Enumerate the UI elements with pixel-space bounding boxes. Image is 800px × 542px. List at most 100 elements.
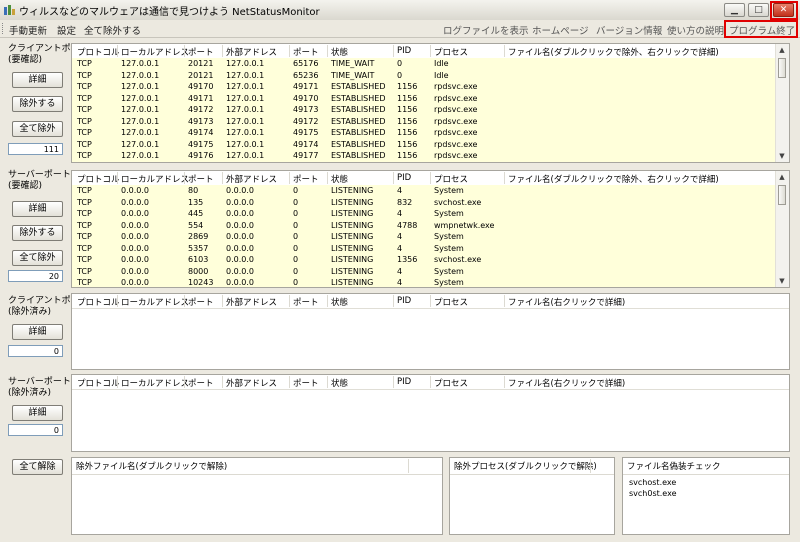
server-exclude-button[interactable]: 除外する bbox=[12, 225, 63, 241]
col-pid-header[interactable]: PID bbox=[397, 377, 411, 387]
menu-version[interactable]: バージョン情報 bbox=[596, 23, 662, 37]
server-excluded-table[interactable]: プロトコル ローカルアドレス ポート 外部アドレス ポート 状態 PID プロセス ファイル名(… bbox=[71, 374, 790, 452]
table-row[interactable]: TCP 127.0.0.1 49175 127.0.0.1 49174 ESTABLISH… bbox=[72, 139, 776, 151]
column-divider[interactable] bbox=[393, 295, 394, 307]
col-protocol-header[interactable]: プロトコル bbox=[77, 377, 120, 389]
col-local-port-header[interactable]: ポート bbox=[188, 377, 214, 389]
column-divider[interactable] bbox=[504, 45, 505, 57]
client-excluded-table[interactable]: プロトコル ローカルアドレス ポート 外部アドレス ポート 状態 PID プロセス ファイル名(… bbox=[71, 293, 790, 370]
maximize-button[interactable]: □ bbox=[748, 3, 769, 17]
column-divider[interactable] bbox=[184, 45, 185, 57]
column-divider[interactable] bbox=[393, 172, 394, 184]
column-divider[interactable] bbox=[504, 172, 505, 184]
col-protocol-header[interactable]: プロトコル bbox=[77, 46, 120, 58]
col-local-address-header[interactable]: ローカルアドレス bbox=[121, 377, 189, 389]
table-row[interactable]: TCP 0.0.0.0 6103 0.0.0.0 0 LISTENING 1356 svcho… bbox=[72, 254, 776, 266]
client-check-table[interactable]: プロトコル ローカルアドレス ポート 外部アドレス ポート 状態 PID プロセス ファイル名(… bbox=[71, 43, 790, 163]
menu-exclude-all[interactable]: 全て除外する bbox=[84, 23, 141, 37]
disguise-item[interactable]: svchost.exe bbox=[629, 478, 676, 487]
column-divider[interactable] bbox=[327, 172, 328, 184]
table-row[interactable]: TCP 127.0.0.1 20121 127.0.0.1 65176 TIME_WAIT… bbox=[72, 58, 776, 70]
server-detail-button[interactable]: 詳細 bbox=[12, 201, 63, 217]
column-divider[interactable] bbox=[117, 376, 118, 388]
column-divider[interactable] bbox=[184, 295, 185, 307]
scroll-thumb[interactable] bbox=[778, 58, 786, 78]
menu-homepage[interactable]: ホームページ bbox=[532, 23, 589, 37]
menu-show-log[interactable]: ログファイルを表示 bbox=[443, 23, 529, 37]
column-divider[interactable] bbox=[393, 45, 394, 57]
column-divider[interactable] bbox=[393, 376, 394, 388]
column-divider[interactable] bbox=[289, 172, 290, 184]
client-excluded-detail-button[interactable]: 詳細 bbox=[12, 324, 63, 340]
col-state-header[interactable]: 状態 bbox=[331, 46, 348, 58]
col-process-header[interactable]: プロセス bbox=[434, 46, 468, 58]
excluded-files-list[interactable]: 除外ファイル名(ダブルクリックで解除) bbox=[71, 457, 443, 535]
column-divider[interactable] bbox=[117, 45, 118, 57]
col-filename-header[interactable]: ファイル名(右クリックで詳細) bbox=[508, 296, 625, 308]
column-divider[interactable] bbox=[430, 172, 431, 184]
server-check-table[interactable]: プロトコル ローカルアドレス ポート 外部アドレス ポート 状態 PID プロセス ファイル名(… bbox=[71, 170, 790, 288]
col-state-header[interactable]: 状態 bbox=[331, 173, 348, 185]
server-excluded-detail-button[interactable]: 詳細 bbox=[12, 405, 63, 421]
table-row[interactable]: TCP 127.0.0.1 49174 127.0.0.1 49175 ESTABLISH… bbox=[72, 127, 776, 139]
column-divider[interactable] bbox=[289, 295, 290, 307]
column-divider[interactable] bbox=[327, 376, 328, 388]
col-filename-header[interactable]: ファイル名(ダブルクリックで除外、右クリックで詳細) bbox=[508, 46, 719, 58]
column-divider[interactable] bbox=[430, 376, 431, 388]
scroll-up-icon[interactable]: ▲ bbox=[776, 171, 788, 183]
col-remote-port-header[interactable]: ポート bbox=[293, 46, 319, 58]
table-row[interactable]: TCP 127.0.0.1 49172 127.0.0.1 49173 ESTABLISH… bbox=[72, 104, 776, 116]
server-exclude-all-button[interactable]: 全て除外 bbox=[12, 250, 63, 266]
scroll-down-icon[interactable]: ▼ bbox=[776, 275, 788, 287]
table-row[interactable]: TCP 0.0.0.0 2869 0.0.0.0 0 LISTENING 4 System bbox=[72, 231, 776, 243]
col-process-header[interactable]: プロセス bbox=[434, 296, 468, 308]
table-row[interactable]: TCP 127.0.0.1 49170 127.0.0.1 49171 ESTABLISH… bbox=[72, 81, 776, 93]
col-remote-address-header[interactable]: 外部アドレス bbox=[226, 46, 277, 58]
col-filename-header[interactable]: ファイル名(ダブルクリックで除外、右クリックで詳細) bbox=[508, 173, 719, 185]
col-local-address-header[interactable]: ローカルアドレス bbox=[121, 296, 189, 308]
column-divider[interactable] bbox=[222, 295, 223, 307]
column-divider[interactable] bbox=[117, 172, 118, 184]
column-divider[interactable] bbox=[184, 376, 185, 388]
release-all-button[interactable]: 全て解除 bbox=[12, 459, 63, 475]
column-divider[interactable] bbox=[504, 376, 505, 388]
table-row[interactable]: TCP 127.0.0.1 49171 127.0.0.1 49170 ESTABLISH… bbox=[72, 93, 776, 105]
col-remote-address-header[interactable]: 外部アドレス bbox=[226, 296, 277, 308]
column-divider[interactable] bbox=[327, 45, 328, 57]
menu-help[interactable]: 使い方の説明 bbox=[667, 23, 724, 37]
column-divider[interactable] bbox=[430, 45, 431, 57]
column-divider[interactable] bbox=[222, 45, 223, 57]
table-row[interactable]: TCP 0.0.0.0 10243 0.0.0.0 0 LISTENING 4 System bbox=[72, 277, 776, 287]
column-divider[interactable] bbox=[222, 172, 223, 184]
table-row[interactable]: TCP 0.0.0.0 445 0.0.0.0 0 LISTENING 4 System bbox=[72, 208, 776, 220]
col-state-header[interactable]: 状態 bbox=[331, 377, 348, 389]
col-process-header[interactable]: プロセス bbox=[434, 173, 468, 185]
scroll-thumb[interactable] bbox=[778, 185, 786, 205]
col-pid-header[interactable]: PID bbox=[397, 296, 411, 306]
col-local-port-header[interactable]: ポート bbox=[188, 173, 214, 185]
column-divider[interactable] bbox=[430, 295, 431, 307]
client-exclude-all-button[interactable]: 全て除外 bbox=[12, 121, 63, 137]
col-remote-port-header[interactable]: ポート bbox=[293, 377, 319, 389]
scrollbar[interactable]: ▲ ▼ bbox=[775, 44, 789, 162]
column-divider[interactable] bbox=[504, 295, 505, 307]
excluded-process-list[interactable]: 除外プロセス(ダブルクリックで解除) bbox=[449, 457, 615, 535]
col-local-port-header[interactable]: ポート bbox=[188, 46, 214, 58]
table-row[interactable]: TCP 127.0.0.1 20121 127.0.0.1 65236 TIME_WAIT… bbox=[72, 70, 776, 82]
col-protocol-header[interactable]: プロトコル bbox=[77, 173, 120, 185]
menu-manual-refresh[interactable]: 手動更新 bbox=[9, 23, 47, 37]
scroll-down-icon[interactable]: ▼ bbox=[776, 150, 788, 162]
client-exclude-button[interactable]: 除外する bbox=[12, 96, 63, 112]
col-pid-header[interactable]: PID bbox=[397, 46, 411, 56]
table-row[interactable]: TCP 0.0.0.0 135 0.0.0.0 0 LISTENING 832 svchost… bbox=[72, 197, 776, 209]
table-row[interactable]: TCP 127.0.0.1 49176 127.0.0.1 49177 ESTABLISH… bbox=[72, 150, 776, 162]
column-divider[interactable] bbox=[327, 295, 328, 307]
scrollbar[interactable]: ▲ ▼ bbox=[775, 171, 789, 287]
col-local-address-header[interactable]: ローカルアドレス bbox=[121, 173, 189, 185]
column-divider[interactable] bbox=[184, 172, 185, 184]
col-state-header[interactable]: 状態 bbox=[331, 296, 348, 308]
col-local-address-header[interactable]: ローカルアドレス bbox=[121, 46, 189, 58]
col-remote-address-header[interactable]: 外部アドレス bbox=[226, 377, 277, 389]
table-row[interactable]: TCP 0.0.0.0 554 0.0.0.0 0 LISTENING 4788 wmpnet… bbox=[72, 220, 776, 232]
col-remote-address-header[interactable]: 外部アドレス bbox=[226, 173, 277, 185]
